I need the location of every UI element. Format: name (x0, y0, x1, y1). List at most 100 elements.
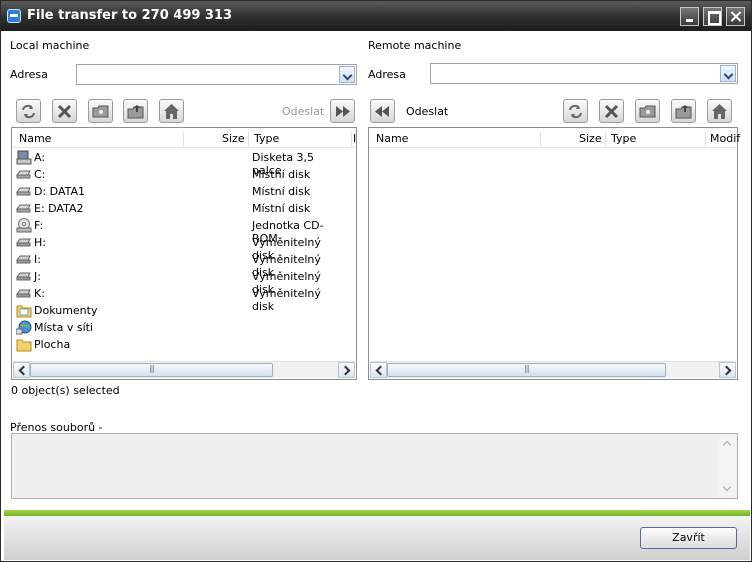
documents-folder-icon (16, 303, 33, 318)
row-name: E: DATA2 (34, 202, 84, 215)
local-send-label: Odeslat (282, 105, 325, 118)
row-name: C: (34, 168, 46, 181)
floppy-drive-icon (16, 150, 33, 165)
new-folder-icon (92, 105, 109, 118)
log-vertical-scrollbar[interactable] (719, 435, 736, 497)
scroll-left-icon[interactable] (13, 362, 30, 378)
chevron-down-icon[interactable] (339, 66, 355, 83)
local-horizontal-scrollbar[interactable] (13, 361, 355, 378)
local-refresh-button[interactable] (16, 99, 41, 123)
removable-disk-icon (16, 252, 33, 267)
local-address-combo[interactable] (76, 64, 357, 85)
file-list-row[interactable]: D: DATA1 Místní disk (16, 183, 346, 200)
file-list-row[interactable]: Dokumenty (16, 302, 346, 319)
teamviewer-app-icon (7, 9, 21, 23)
row-type: Místní disk (252, 202, 311, 215)
remote-home-button[interactable] (707, 99, 732, 123)
maximize-button[interactable] (703, 7, 722, 26)
local-new-folder-button[interactable] (88, 99, 113, 123)
title-bar[interactable]: File transfer to 270 499 313 (1, 1, 751, 31)
hard-disk-icon (16, 184, 33, 199)
file-list-row[interactable]: F: Jednotka CD-ROM (16, 217, 346, 245)
column-divider[interactable] (351, 132, 352, 148)
row-name: F: (34, 219, 44, 232)
minimize-button[interactable] (680, 7, 699, 26)
remote-folder-up-button[interactable] (671, 99, 696, 123)
local-home-button[interactable] (159, 99, 184, 123)
column-divider[interactable] (605, 132, 606, 148)
window-title: File transfer to 270 499 313 (27, 8, 233, 23)
folder-up-icon (127, 105, 144, 119)
remote-address-label: Adresa (368, 68, 406, 81)
close-window-button[interactable] (726, 7, 745, 26)
file-list-row[interactable]: E: DATA2 Místní disk (16, 200, 346, 217)
column-divider[interactable] (540, 132, 541, 148)
file-list-row[interactable]: I: Vyměnitelný disk (16, 251, 346, 279)
local-folder-up-button[interactable] (123, 99, 148, 123)
row-name: J: (34, 270, 41, 283)
scroll-right-icon[interactable] (719, 362, 736, 378)
selection-status: 0 object(s) selected (11, 384, 120, 397)
hard-disk-icon (16, 167, 33, 182)
file-transfer-window: File transfer to 270 499 313 Local machi… (0, 0, 752, 562)
remote-col-modified[interactable]: Modif (710, 132, 740, 145)
local-delete-button[interactable] (52, 99, 77, 123)
delete-icon (604, 104, 619, 119)
double-arrow-right-icon (336, 106, 350, 117)
remote-col-name[interactable]: Name (376, 132, 408, 145)
row-name: D: DATA1 (34, 185, 86, 198)
removable-disk-icon (16, 235, 33, 250)
scroll-right-icon[interactable] (338, 362, 355, 378)
file-list-row[interactable]: K: Vyměnitelný disk (16, 285, 346, 313)
file-list-row[interactable]: Plocha (16, 336, 346, 353)
folder-up-icon (675, 105, 692, 119)
transfer-log[interactable] (11, 433, 738, 499)
remote-new-folder-button[interactable] (635, 99, 660, 123)
local-col-size[interactable]: Size (222, 132, 245, 145)
send-to-local-button[interactable] (370, 99, 395, 123)
file-list-row[interactable]: C: Místní disk (16, 166, 346, 183)
remote-machine-heading: Remote machine (368, 39, 462, 52)
chevron-down-icon[interactable] (720, 65, 736, 82)
file-list-row[interactable]: J: Vyměnitelný disk (16, 268, 346, 296)
remote-column-header: Name Size Type Modif (369, 128, 740, 148)
send-to-remote-button[interactable] (330, 99, 355, 123)
row-name: H: (34, 236, 46, 249)
scroll-down-icon[interactable] (719, 481, 736, 497)
close-button[interactable]: Zavřít (640, 527, 737, 549)
remote-horizontal-scrollbar[interactable] (370, 361, 736, 378)
file-list-row[interactable]: H: Vyměnitelný disk (16, 234, 346, 262)
row-type: Místní disk (252, 185, 311, 198)
local-file-list[interactable]: Name Size Type I A: Disketa 3,5 palce C: Mí… (11, 127, 357, 380)
row-name: Plocha (34, 338, 71, 351)
column-divider[interactable] (248, 132, 249, 148)
local-col-extra[interactable]: I (353, 132, 356, 145)
removable-disk-icon (16, 269, 33, 284)
row-name: Dokumenty (34, 304, 98, 317)
remote-col-type[interactable]: Type (611, 132, 636, 145)
footer (4, 516, 750, 560)
local-column-header: Name Size Type I (12, 128, 356, 148)
new-folder-icon (639, 105, 656, 118)
scroll-left-icon[interactable] (370, 362, 387, 378)
row-name: A: (34, 151, 46, 164)
remote-col-size[interactable]: Size (579, 132, 602, 145)
remote-address-combo[interactable] (430, 63, 738, 84)
local-col-name[interactable]: Name (19, 132, 51, 145)
home-icon (712, 104, 727, 119)
local-col-type[interactable]: Type (254, 132, 279, 145)
scroll-up-icon[interactable] (719, 435, 736, 451)
column-divider[interactable] (183, 132, 184, 148)
desktop-folder-icon (16, 337, 33, 352)
file-list-row[interactable]: A: Disketa 3,5 palce (16, 149, 346, 177)
scroll-thumb[interactable] (30, 363, 273, 377)
local-machine-heading: Local machine (10, 39, 90, 52)
remote-delete-button[interactable] (599, 99, 624, 123)
hard-disk-icon (16, 201, 33, 216)
file-list-row[interactable]: Místa v síti (15, 319, 346, 336)
column-divider[interactable] (705, 132, 706, 148)
remote-refresh-button[interactable] (563, 99, 588, 123)
remote-file-list[interactable]: Name Size Type Modif (368, 127, 740, 380)
cd-drive-icon (16, 218, 33, 233)
scroll-thumb[interactable] (387, 363, 666, 377)
